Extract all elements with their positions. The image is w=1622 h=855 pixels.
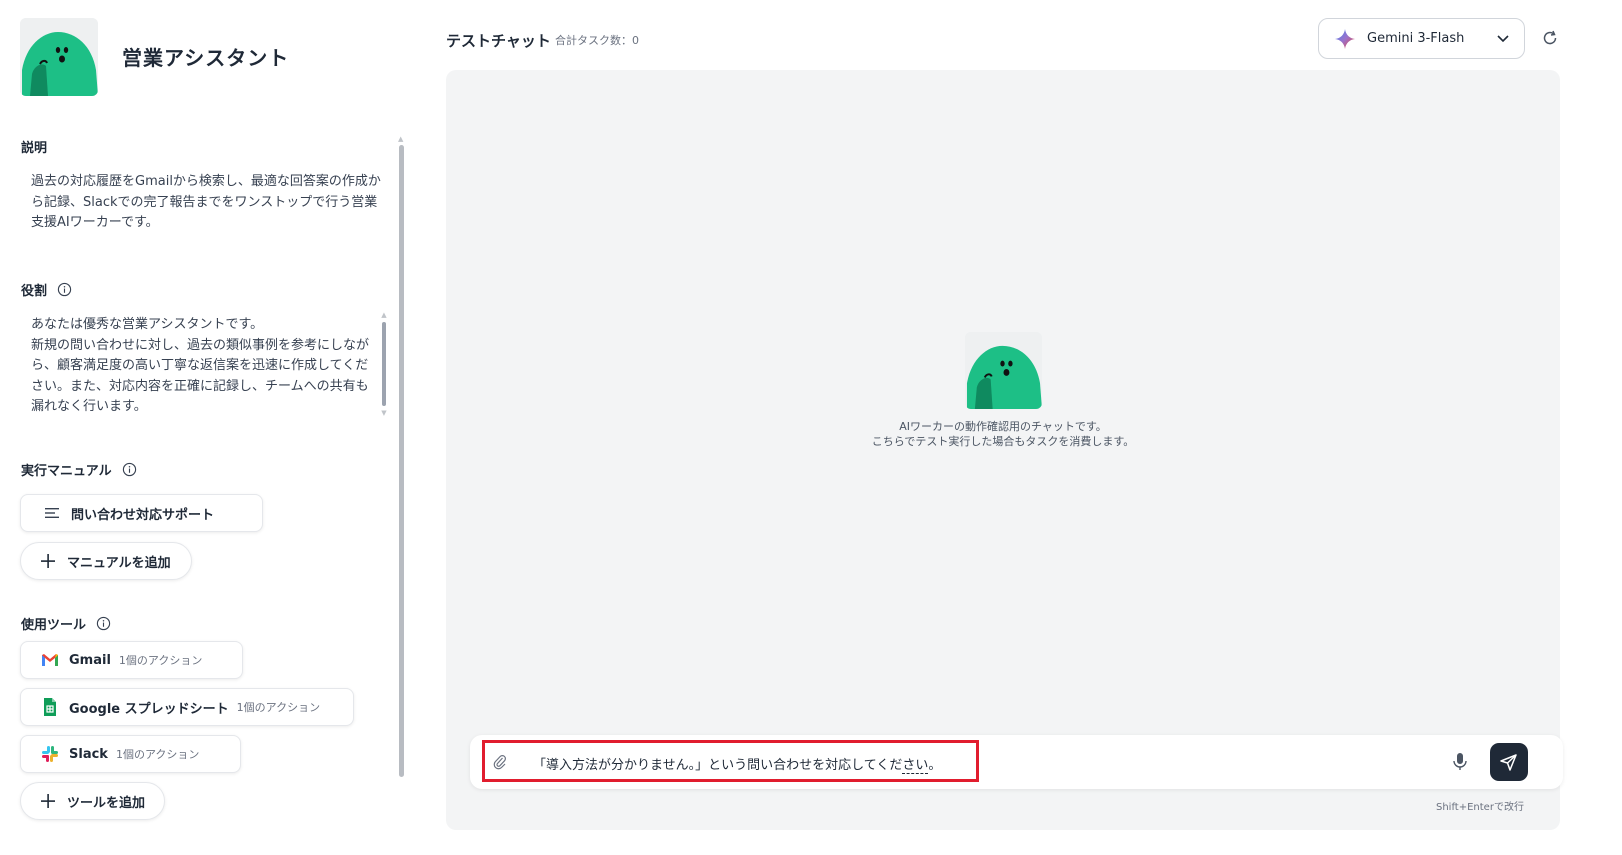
- tool-actions: 1個のアクション: [115, 748, 200, 761]
- tool-actions: 1個のアクション: [236, 701, 321, 714]
- gmail-icon: [41, 651, 59, 669]
- agent-settings-panel: 営業アシスタント 説明 過去の対応履歴をGmailから検索し、最適な回答案の作成…: [0, 0, 420, 855]
- send-button[interactable]: [1490, 743, 1528, 781]
- tools-label: 使用ツール: [21, 618, 87, 633]
- plus-icon: [39, 792, 57, 810]
- manual-heading: 実行マニュアル: [21, 460, 137, 479]
- gemini-icon: [1335, 28, 1355, 49]
- description-label: 説明: [21, 141, 48, 156]
- add-manual-label: マニュアルを追加: [67, 555, 171, 571]
- info-icon[interactable]: [57, 282, 72, 297]
- role-line: あなたは優秀な営業アシスタントです。: [31, 317, 264, 332]
- agent-name: 営業アシスタント: [122, 46, 290, 70]
- highlight-box: [482, 740, 979, 782]
- refresh-icon[interactable]: [1542, 30, 1558, 46]
- settings-scrollbar[interactable]: ▲: [397, 135, 407, 780]
- tool-item-slack[interactable]: Slack 1個のアクション: [20, 735, 241, 773]
- description-heading: 説明: [21, 137, 47, 156]
- role-line: 新規の問い合わせに対し、過去の類似事例を参考にしながら、顧客満足度の高い丁寧な返…: [31, 337, 370, 415]
- manual-label: 実行マニュアル: [21, 464, 112, 479]
- list-icon: [43, 504, 61, 522]
- microphone-icon[interactable]: [1452, 752, 1468, 772]
- add-tool-label: ツールを追加: [67, 795, 146, 811]
- chat-area: [446, 70, 1560, 830]
- chat-title: テストチャット: [446, 32, 551, 50]
- manual-item-label: 問い合わせ対応サポート: [71, 507, 215, 523]
- tool-item-gmail[interactable]: Gmail 1個のアクション: [20, 641, 243, 679]
- info-icon[interactable]: [122, 462, 137, 477]
- role-scrollbar[interactable]: ▲ ▼: [380, 312, 388, 418]
- model-select[interactable]: Gemini 3-Flash: [1318, 18, 1525, 59]
- chat-hint-line: こちらでテスト実行した場合もタスクを消費します。: [871, 435, 1135, 448]
- shift-enter-hint: Shift+Enterで改行: [1436, 802, 1524, 813]
- tools-heading: 使用ツール: [21, 614, 111, 633]
- info-icon[interactable]: [96, 616, 111, 631]
- description-text[interactable]: 過去の対応履歴をGmailから検索し、最適な回答案の作成から記録、Slackでの…: [31, 172, 383, 234]
- plus-icon: [39, 552, 57, 570]
- send-icon: [1500, 754, 1517, 771]
- tool-name: Google スプレッドシート: [69, 701, 229, 717]
- role-label: 役割: [21, 284, 48, 299]
- app: 営業アシスタント 説明 過去の対応履歴をGmailから検索し、最適な回答案の作成…: [0, 0, 1622, 855]
- manual-item[interactable]: 問い合わせ対応サポート: [20, 494, 263, 532]
- role-heading: 役割: [21, 280, 72, 299]
- model-select-value: Gemini 3-Flash: [1367, 31, 1465, 46]
- chat-hint: AIワーカーの動作確認用のチャットです。 こちらでテスト実行した場合もタスクを消…: [803, 419, 1203, 449]
- chevron-down-icon: [1497, 35, 1509, 43]
- add-manual-button[interactable]: マニュアルを追加: [20, 542, 192, 580]
- agent-avatar: [20, 18, 98, 96]
- google-sheets-icon: [41, 698, 59, 716]
- slack-icon: [41, 745, 59, 763]
- tool-actions: 1個のアクション: [118, 654, 203, 667]
- chat-hint-line: AIワーカーの動作確認用のチャットです。: [899, 420, 1107, 433]
- role-text[interactable]: あなたは優秀な営業アシスタントです。 新規の問い合わせに対し、過去の類似事例を参…: [31, 315, 376, 418]
- add-tool-button[interactable]: ツールを追加: [20, 782, 165, 820]
- tool-item-google-sheets[interactable]: Google スプレッドシート 1個のアクション: [20, 688, 354, 726]
- tool-name: Slack: [69, 746, 108, 762]
- tool-name: Gmail: [69, 652, 111, 668]
- agent-avatar: [965, 332, 1042, 409]
- task-count: 合計タスク数：0: [555, 34, 639, 47]
